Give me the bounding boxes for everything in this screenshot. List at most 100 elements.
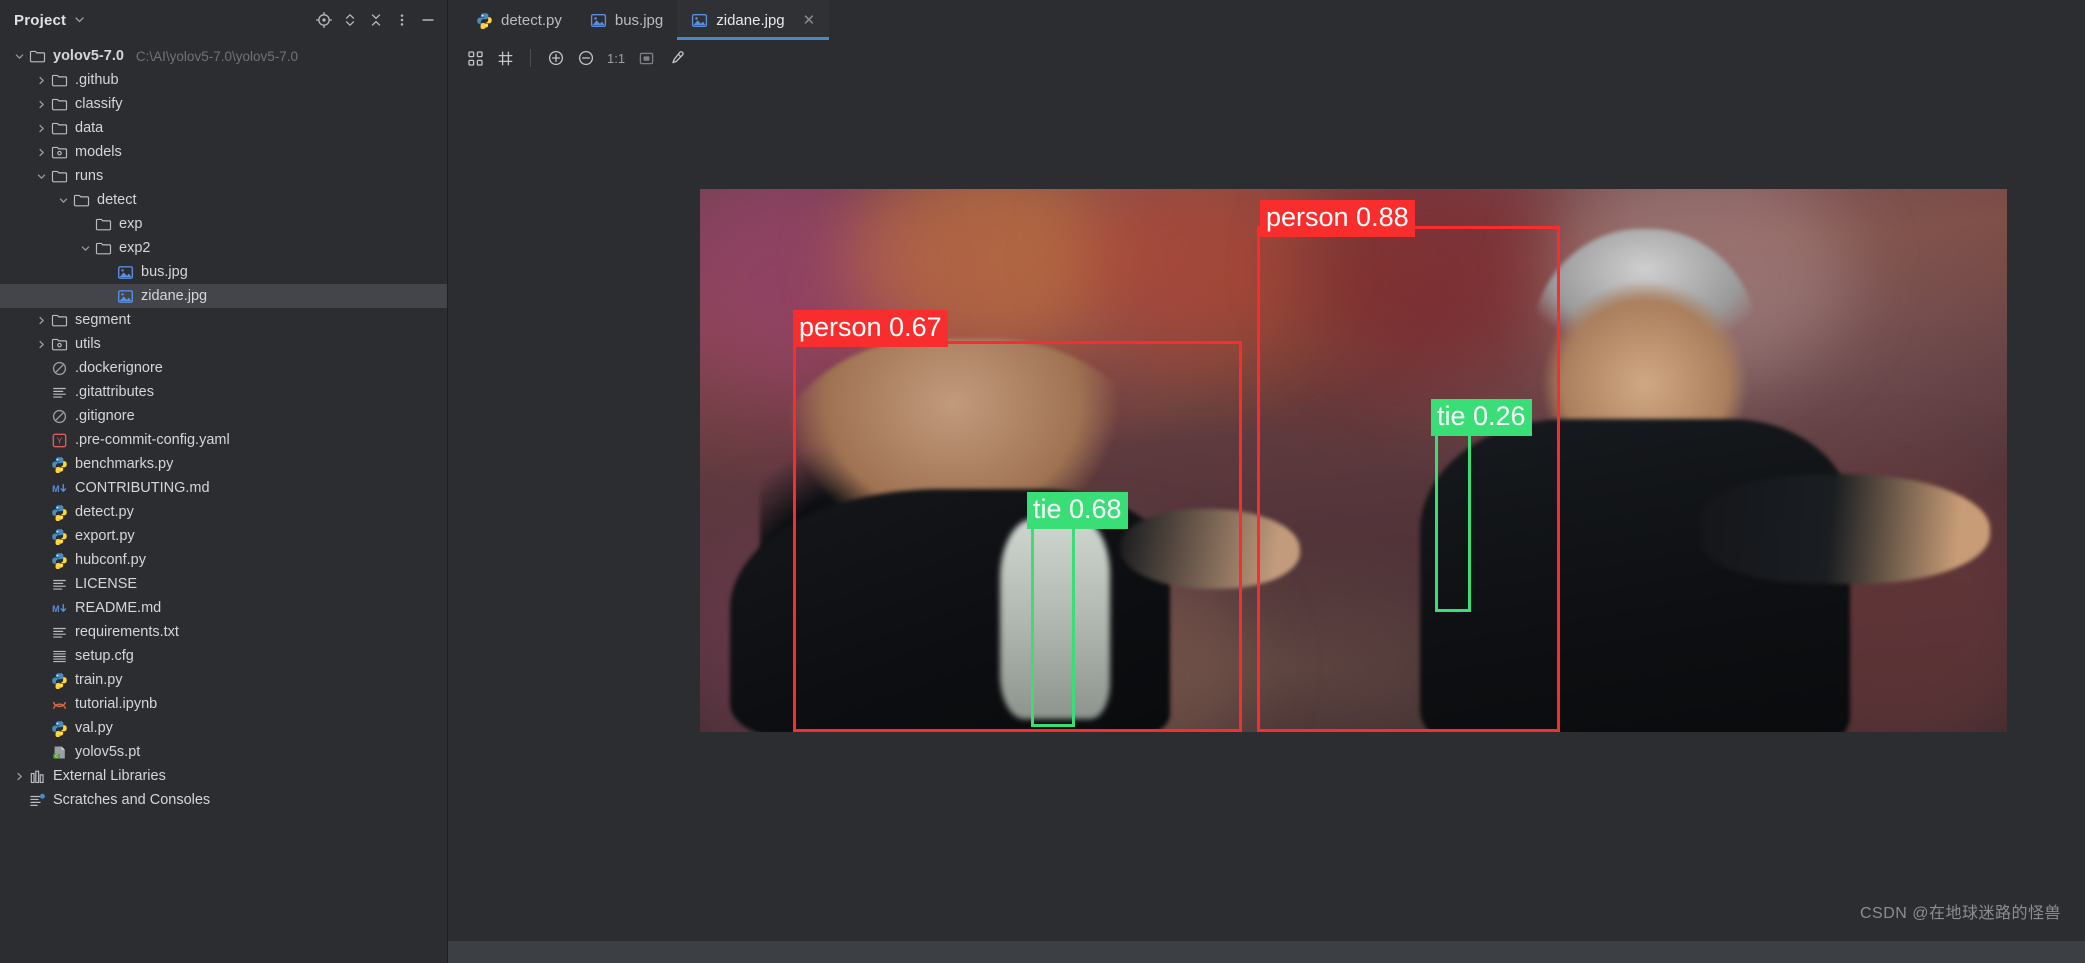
tree-item-gitignore[interactable]: .gitignore	[0, 404, 447, 428]
more-options-icon[interactable]	[389, 7, 415, 33]
tab-zidane-jpg[interactable]: zidane.jpg ✕	[677, 0, 830, 40]
fit-to-window-icon[interactable]	[633, 45, 659, 71]
tab-bus-jpg[interactable]: bus.jpg	[576, 0, 677, 40]
tab-detect-py[interactable]: detect.py	[462, 0, 576, 40]
chevron-down-icon[interactable]	[10, 51, 28, 62]
notebook-file-icon	[50, 695, 68, 713]
chevron-right-icon[interactable]	[32, 123, 50, 134]
chevron-right-icon[interactable]	[10, 771, 28, 782]
color-picker-icon[interactable]	[663, 45, 689, 71]
tree-item-gitattributes[interactable]: .gitattributes	[0, 380, 447, 404]
tree-item-label: yolov5-7.0	[53, 48, 124, 64]
tree-item-label: detect.py	[75, 504, 134, 520]
tree-item-segment[interactable]: segment	[0, 308, 447, 332]
chevron-down-icon[interactable]	[76, 243, 94, 254]
tree-item-utils[interactable]: utils	[0, 332, 447, 356]
library-icon	[28, 767, 46, 785]
chevron-right-icon[interactable]	[32, 99, 50, 110]
hide-icon[interactable]	[415, 7, 441, 33]
folder-source-icon	[50, 143, 68, 161]
chevron-down-icon[interactable]	[54, 195, 72, 206]
image-file-icon	[590, 12, 607, 29]
image-canvas[interactable]: person 0.67 person 0.88 tie 0.68 tie 0.2…	[448, 76, 2085, 941]
chevron-down-icon[interactable]	[74, 14, 85, 27]
text-file-icon	[50, 383, 68, 401]
chevron-down-icon[interactable]	[32, 171, 50, 182]
locate-icon[interactable]	[311, 7, 337, 33]
tree-item-pre-commit-config-yaml[interactable]: Y .pre-commit-config.yaml	[0, 428, 447, 452]
tree-item-label: classify	[75, 96, 123, 112]
tree-item-benchmarks-py[interactable]: benchmarks.py	[0, 452, 447, 476]
tree-item-tutorial-ipynb[interactable]: tutorial.ipynb	[0, 692, 447, 716]
zoom-in-icon[interactable]	[543, 45, 569, 71]
bbox-person-0	[793, 341, 1242, 732]
markdown-file-icon: M	[50, 599, 68, 617]
tree-item-yolov5-7-0[interactable]: yolov5-7.0 C:\AI\yolov5-7.0\yolov5-7.0	[0, 44, 447, 68]
tree-item-label: requirements.txt	[75, 624, 179, 640]
tree-item-yolov5s-pt[interactable]: c yolov5s.pt	[0, 740, 447, 764]
tree-item-external-libraries[interactable]: External Libraries	[0, 764, 447, 788]
tree-item-contributing-md[interactable]: M CONTRIBUTING.md	[0, 476, 447, 500]
image-file-icon	[116, 287, 134, 305]
tree-item-runs[interactable]: runs	[0, 164, 447, 188]
tree-item-label: val.py	[75, 720, 113, 736]
tree-item-detect[interactable]: detect	[0, 188, 447, 212]
folder-icon	[50, 119, 68, 137]
folder-icon	[50, 311, 68, 329]
tree-item-readme-md[interactable]: M README.md	[0, 596, 447, 620]
top-bar: Project detect.py bus.jpg zidane.jpg ✕	[0, 0, 2085, 40]
tree-item-label: models	[75, 144, 122, 160]
python-file-icon	[476, 12, 493, 29]
python-file-icon	[50, 719, 68, 737]
chevron-right-icon[interactable]	[32, 315, 50, 326]
tree-item-exp[interactable]: exp	[0, 212, 447, 236]
tree-item-requirements-txt[interactable]: requirements.txt	[0, 620, 447, 644]
zoom-out-icon[interactable]	[573, 45, 599, 71]
tree-item-detect-py[interactable]: detect.py	[0, 500, 447, 524]
tree-item-label: data	[75, 120, 104, 136]
tree-item-label: train.py	[75, 672, 123, 688]
tree-item-scratches-and-consoles[interactable]: Scratches and Consoles	[0, 788, 447, 812]
toggle-grid-icon[interactable]	[492, 45, 518, 71]
toolbar-separator	[530, 49, 531, 67]
tree-item-val-py[interactable]: val.py	[0, 716, 447, 740]
collapse-all-icon[interactable]	[363, 7, 389, 33]
chevron-right-icon[interactable]	[32, 75, 50, 86]
expand-collapse-icon[interactable]	[337, 7, 363, 33]
folder-icon	[50, 71, 68, 89]
tree-item-dockerignore[interactable]: .dockerignore	[0, 356, 447, 380]
tree-item-models[interactable]: models	[0, 140, 447, 164]
ide-window: Project detect.py bus.jpg zidane.jpg ✕ y…	[0, 0, 2085, 963]
bbox-label-tie-1: tie 0.26	[1431, 399, 1532, 436]
actual-size-label[interactable]: 1:1	[603, 51, 629, 66]
chevron-right-icon[interactable]	[32, 339, 50, 350]
text-file-icon	[50, 623, 68, 641]
tree-item-export-py[interactable]: export.py	[0, 524, 447, 548]
tree-item-hubconf-py[interactable]: hubconf.py	[0, 548, 447, 572]
image-editor-toolbar: 1:1	[448, 40, 2085, 76]
tree-item-data[interactable]: data	[0, 116, 447, 140]
python-file-icon	[50, 551, 68, 569]
tree-item-setup-cfg[interactable]: setup.cfg	[0, 644, 447, 668]
tree-item-label: setup.cfg	[75, 648, 134, 664]
text-file-icon	[50, 575, 68, 593]
tree-item-label: zidane.jpg	[141, 288, 208, 304]
project-panel-title[interactable]: Project	[14, 12, 66, 29]
toggle-transparency-grid-icon[interactable]	[462, 45, 488, 71]
chevron-right-icon[interactable]	[32, 147, 50, 158]
tree-item-exp2[interactable]: exp2	[0, 236, 447, 260]
tree-item-license[interactable]: LICENSE	[0, 572, 447, 596]
tree-item-bus-jpg[interactable]: bus.jpg	[0, 260, 447, 284]
tree-item-zidane-jpg[interactable]: zidane.jpg	[0, 284, 447, 308]
tree-item-train-py[interactable]: train.py	[0, 668, 447, 692]
tree-item-label: runs	[75, 168, 104, 184]
main-body: yolov5-7.0 C:\AI\yolov5-7.0\yolov5-7.0 .gi…	[0, 40, 2085, 963]
close-icon[interactable]: ✕	[803, 13, 816, 28]
python-file-icon	[50, 527, 68, 545]
tree-item-label: .gitignore	[75, 408, 135, 424]
tree-item-classify[interactable]: classify	[0, 92, 447, 116]
tree-item-github[interactable]: .github	[0, 68, 447, 92]
folder-icon	[94, 239, 112, 257]
bbox-tie-0	[1031, 520, 1075, 727]
project-tree[interactable]: yolov5-7.0 C:\AI\yolov5-7.0\yolov5-7.0 .gi…	[0, 40, 448, 963]
